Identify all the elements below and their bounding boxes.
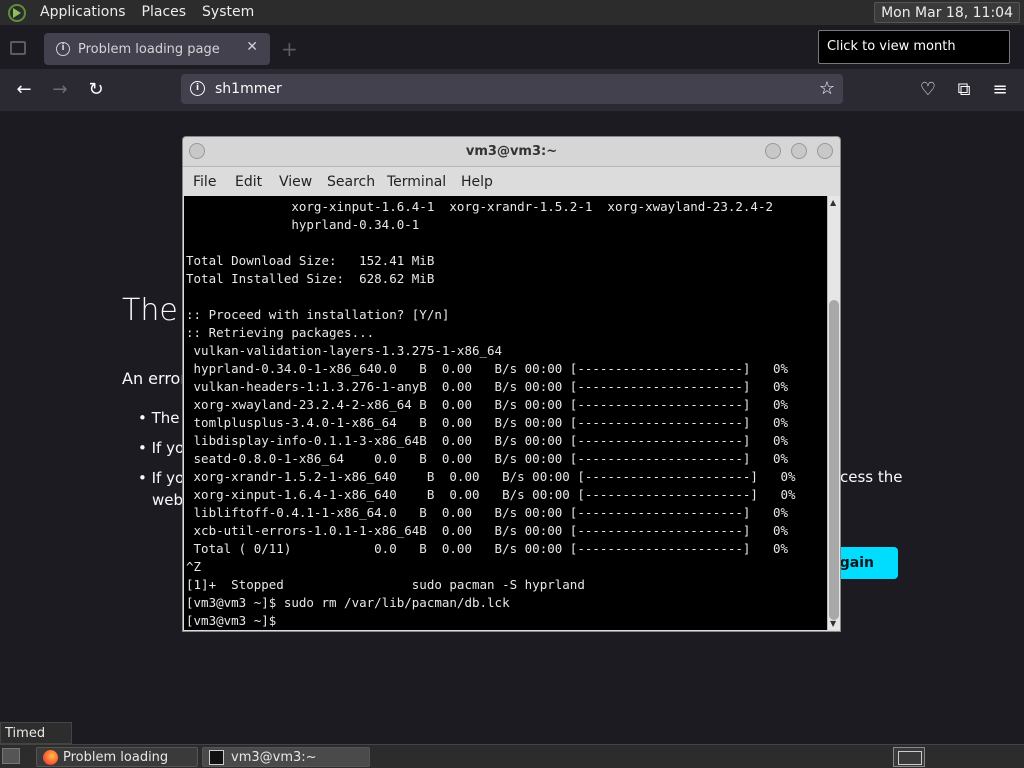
bottom-panel: Problem loading pa... vm3@vm3:~	[0, 744, 1024, 768]
taskbar-item-terminal[interactable]: vm3@vm3:~	[202, 747, 370, 767]
window-menu-icon[interactable]	[189, 143, 205, 159]
minimize-icon[interactable]	[765, 143, 781, 159]
firefox-icon	[43, 750, 58, 765]
new-tab-icon[interactable]: +	[281, 37, 298, 61]
back-arrow-icon[interactable]: ←	[10, 76, 38, 104]
applications-menu[interactable]: Applications	[32, 0, 134, 25]
bookmark-star-icon[interactable]: ☆	[819, 74, 835, 104]
terminal-text: xorg-xinput-1.6.4-1 xorg-xrandr-1.5.2-1 …	[186, 199, 796, 628]
top-panel: Applications Places System Mon Mar 18, 1…	[0, 0, 1024, 25]
tab-list-icon[interactable]	[10, 41, 26, 55]
workspace-switcher[interactable]	[893, 747, 925, 767]
tab-title: Problem loading page	[78, 41, 220, 57]
taskbar-label: Problem loading pa...	[63, 750, 169, 765]
clock[interactable]: Mon Mar 18, 11:04	[874, 2, 1020, 23]
calendar-tooltip: Click to view month calendar	[818, 30, 1010, 86]
distro-logo-icon[interactable]	[8, 3, 26, 22]
scrollbar-thumb[interactable]	[829, 300, 839, 620]
terminal-scrollbar[interactable]: ▲ ▼	[827, 196, 840, 630]
places-menu[interactable]: Places	[134, 0, 195, 25]
browser-navbar: ← → ↻ i sh1mmer ☆ ♡ ⧉ ≡	[0, 69, 1024, 111]
maximize-icon[interactable]	[791, 143, 807, 159]
pocket-icon[interactable]: ♡	[914, 76, 942, 104]
menu-help[interactable]: Help	[461, 174, 493, 190]
url-bar[interactable]: i sh1mmer ☆	[181, 74, 843, 104]
info-icon: i	[56, 42, 70, 56]
menu-edit[interactable]: Edit	[235, 174, 262, 190]
taskbar-label: vm3@vm3:~	[231, 750, 317, 765]
show-desktop-icon[interactable]	[2, 748, 20, 764]
hamburger-menu-icon[interactable]: ≡	[986, 76, 1014, 104]
url-text[interactable]: sh1mmer	[215, 74, 282, 104]
taskbar-item-browser[interactable]: Problem loading pa...	[36, 747, 198, 767]
close-tab-icon[interactable]: ✕	[246, 39, 258, 55]
scroll-down-icon[interactable]: ▼	[830, 619, 836, 628]
system-menu[interactable]: System	[194, 0, 262, 25]
status-timed-out: Timed Out	[0, 722, 72, 763]
error-description: An error	[122, 369, 187, 388]
terminal-window[interactable]: vm3@vm3:~ File Edit View Search Terminal…	[182, 136, 841, 632]
close-window-icon[interactable]	[817, 143, 833, 159]
terminal-output[interactable]: xorg-xinput-1.6.4-1 xorg-xrandr-1.5.2-1 …	[184, 196, 827, 630]
terminal-menubar: File Edit View Search Terminal Help	[183, 168, 840, 196]
forward-arrow-icon[interactable]: →	[46, 76, 74, 104]
error-bullet-text: cess the	[840, 468, 903, 486]
site-info-icon[interactable]: i	[190, 81, 205, 96]
menu-terminal[interactable]: Terminal	[387, 174, 446, 190]
terminal-titlebar[interactable]: vm3@vm3:~	[183, 137, 840, 167]
menu-view[interactable]: View	[279, 174, 312, 190]
menu-file[interactable]: File	[193, 174, 216, 190]
terminal-icon	[209, 750, 224, 765]
reload-icon[interactable]: ↻	[82, 76, 110, 104]
scroll-up-icon[interactable]: ▲	[830, 198, 836, 207]
extensions-icon[interactable]: ⧉	[950, 76, 978, 104]
error-title: The	[122, 293, 178, 328]
browser-tab[interactable]: i Problem loading page ✕	[44, 33, 270, 65]
menu-search[interactable]: Search	[327, 174, 375, 190]
error-bullet-continued: web	[152, 491, 184, 509]
error-bullet: • The	[138, 409, 180, 427]
terminal-title: vm3@vm3:~	[465, 144, 558, 159]
